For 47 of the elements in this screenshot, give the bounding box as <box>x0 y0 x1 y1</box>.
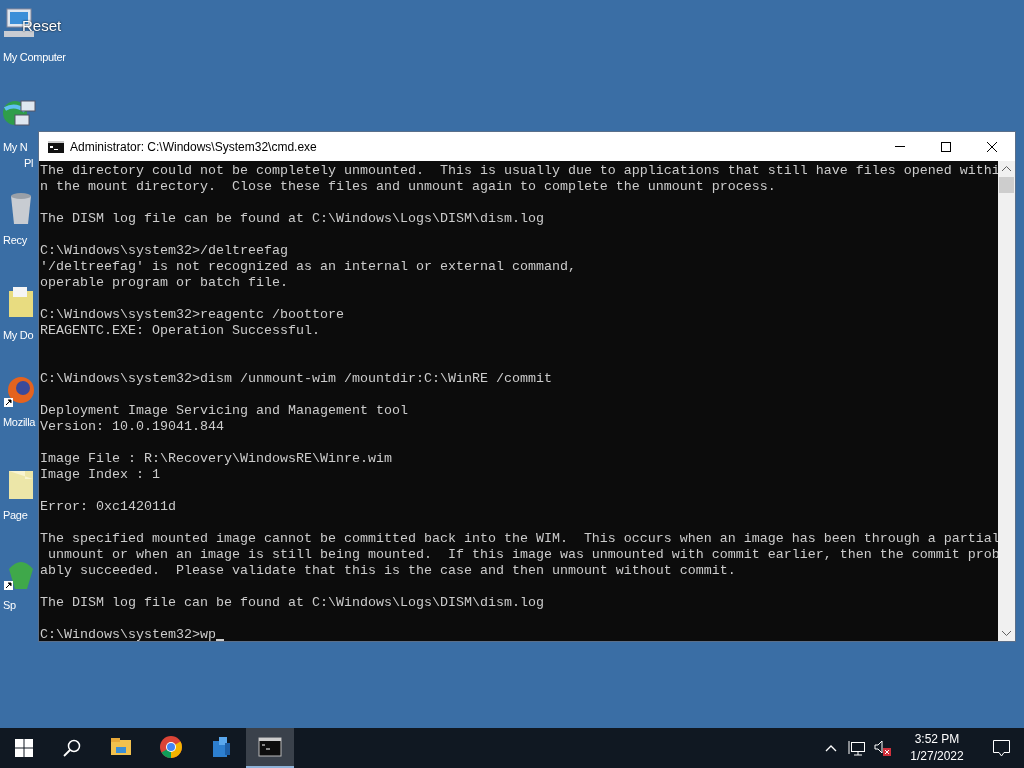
console-line: operable program or batch file. <box>40 275 288 291</box>
desktop-icon-label[interactable]: My Do <box>0 327 34 343</box>
scroll-down-icon <box>1002 631 1011 636</box>
console-line: '/deltreefag' is not recognized as an internal or external command, <box>40 259 576 275</box>
console-line: C:\Windows\system32>dism /unmount-wim /mountdir:C:\WinRE /commit <box>40 371 552 387</box>
search-icon <box>63 739 81 757</box>
console-line: C:\Windows\system32>/deltreefag <box>40 243 288 259</box>
chevron-up-icon[interactable] <box>825 744 837 752</box>
desktop-icon-label[interactable]: Recy <box>0 232 27 248</box>
terminal-icon <box>48 140 64 153</box>
windows-logo-icon <box>15 739 33 757</box>
desktop-icon-label[interactable]: Page <box>0 507 28 523</box>
clock-date: 1/27/2022 <box>910 748 964 765</box>
chrome-icon <box>159 735 183 759</box>
scroll-thumb[interactable] <box>999 177 1014 193</box>
icon-overlay-text: Reset <box>22 17 62 35</box>
console-line: Image File : R:\Recovery\WindowsRE\Winre.wim <box>40 451 392 467</box>
clock[interactable]: 3:52 PM 1/27/2022 <box>896 731 978 765</box>
desktop-icon-label[interactable]: Mozilla <box>0 414 36 430</box>
desktop-icon-label[interactable]: My N <box>0 139 28 155</box>
scroll-up-icon <box>1002 166 1011 171</box>
scrollbar[interactable] <box>998 161 1015 641</box>
taskbar-app-button[interactable] <box>246 728 294 768</box>
console-line: Version: 10.0.19041.844 <box>40 419 224 435</box>
console-line: REAGENTC.EXE: Operation Successful. <box>40 323 320 339</box>
window-title: Administrator: C:\Windows\System32\cmd.exe <box>70 138 317 156</box>
maximize-icon <box>941 141 951 152</box>
console-line: C:\Windows\system32>wp <box>40 627 216 641</box>
terminal-icon <box>258 735 282 759</box>
minimize-icon <box>895 146 905 147</box>
console-line: Image Index : 1 <box>40 467 160 483</box>
speech-bubble-icon <box>992 739 1010 757</box>
close-icon <box>987 141 997 152</box>
console-line: Error: 0xc142011d <box>40 499 176 515</box>
console-line: C:\Windows\system32>reagentc /boottore <box>40 307 344 323</box>
console-line: The DISM log file can be found at C:\Windows\Logs\DISM\dism.log <box>40 595 544 611</box>
console-line: The DISM log file can be found at C:\Windows\Logs\DISM\dism.log <box>40 211 544 227</box>
desktop-icon-label[interactable]: Sp <box>0 597 16 613</box>
clock-time: 3:52 PM <box>914 731 960 748</box>
muted-speaker-icon[interactable] <box>874 740 892 756</box>
desktop-icon-label[interactable]: Pl <box>0 155 34 171</box>
console-line: unmount or when an image is still being mounted. If this image was unmounted with commit earlier, then the commit prob <box>47 547 998 563</box>
network-icon[interactable] <box>848 740 866 756</box>
desktop-icon-label[interactable]: My Computer <box>0 49 66 65</box>
console-line: n the mount directory. Close these files and unmount again to complete the unmount process. <box>40 179 776 195</box>
console-line: ably succeeded. Please validate that this is the case and then unmount without commit. <box>40 563 736 579</box>
console-line: Deployment Image Servicing and Management tool <box>40 403 408 419</box>
